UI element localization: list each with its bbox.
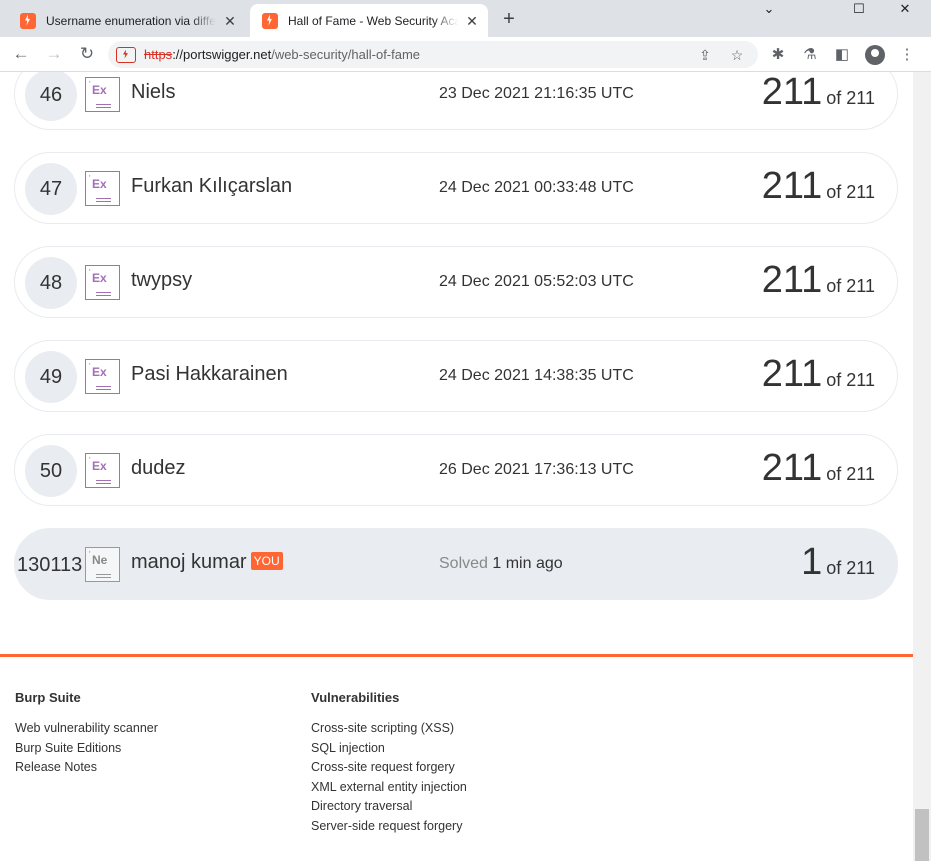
footer-link[interactable]: Cross-site request forgery (311, 758, 467, 778)
expert-badge-icon: ' Ex (85, 453, 120, 488)
tab-close-icon[interactable]: ✕ (222, 13, 238, 29)
footer-link[interactable]: SQL injection (311, 739, 467, 759)
footer-link[interactable]: XML external entity injection (311, 778, 467, 798)
rank-number: 47 (25, 163, 77, 215)
footer-heading: Burp Suite (15, 690, 81, 705)
leaderboard-row: 50 ' Ex dudez 26 Dec 2021 17:36:13 UTC 21… (14, 434, 898, 506)
browser-toolbar: ← → ↻ https://portswigger.net/web-securi… (0, 37, 931, 72)
tab-title: Username enumeration via differ (46, 13, 216, 28)
footer-link[interactable]: Cross-site scripting (XSS) (311, 719, 467, 739)
page-content: 46 ' Ex Niels 23 Dec 2021 21:16:35 UTC 21… (0, 72, 913, 861)
current-user-row: 130113 ' Ne manoj kumar YOU Solved 1 min a… (14, 528, 898, 600)
close-window-icon[interactable]: ✕ (882, 0, 928, 22)
username: Pasi Hakkarainen (131, 363, 288, 385)
footer-link[interactable]: Release Notes (15, 758, 158, 778)
lab-flask-icon[interactable]: ⚗ (801, 46, 819, 64)
forward-icon[interactable]: → (42, 42, 66, 66)
back-icon[interactable]: ← (9, 42, 33, 66)
tab-username-enumeration[interactable]: Username enumeration via differ ✕ (8, 4, 246, 37)
tab-close-icon[interactable]: ✕ (464, 13, 480, 29)
score: 211 of 211 (761, 165, 875, 207)
expert-badge-icon: ' Ex (85, 359, 120, 394)
rank-number: 49 (25, 351, 77, 403)
expert-badge-icon: ' Ex (85, 77, 120, 112)
extensions-icon[interactable]: ✱ (769, 46, 787, 64)
vertical-scrollbar[interactable] (913, 72, 931, 861)
score: 211 of 211 (761, 259, 875, 301)
rank-number: 50 (25, 445, 77, 497)
username: manoj kumar YOU (131, 551, 283, 574)
leaderboard-row: 47 ' Ex Furkan Kılıçarslan 24 Dec 2021 00… (14, 152, 898, 224)
leaderboard-row: 46 ' Ex Niels 23 Dec 2021 21:16:35 UTC 21… (14, 72, 898, 130)
insecure-warning-icon[interactable] (116, 46, 136, 63)
completion-date: 24 Dec 2021 14:38:35 UTC (439, 367, 634, 384)
score: 1 of 211 (801, 541, 875, 583)
footer-link[interactable]: Web vulnerability scanner (15, 719, 158, 739)
new-tab-button[interactable]: + (498, 8, 520, 30)
scrollbar-thumb[interactable] (915, 809, 929, 861)
footer-column-vulnerabilities: Vulnerabilities Cross-site scripting (XS… (311, 690, 467, 837)
portswigger-favicon-icon (20, 12, 36, 29)
you-badge: YOU (250, 552, 283, 570)
portswigger-favicon-icon (262, 12, 278, 29)
footer-divider (0, 654, 913, 657)
username: dudez (131, 457, 186, 479)
maximize-icon[interactable]: ☐ (836, 0, 882, 22)
score: 211 of 211 (761, 353, 875, 395)
reload-icon[interactable]: ↻ (75, 42, 99, 66)
bookmark-star-icon[interactable]: ☆ (728, 46, 746, 64)
footer-column-burp-suite: Burp Suite Web vulnerability scanner Bur… (15, 690, 158, 778)
completion-date: 26 Dec 2021 17:36:13 UTC (439, 461, 634, 478)
footer-link[interactable]: Burp Suite Editions (15, 739, 158, 759)
tab-title: Hall of Fame - Web Security Acad (288, 13, 458, 28)
novice-badge-icon: ' Ne (85, 547, 120, 582)
leaderboard-row: 49 ' Ex Pasi Hakkarainen 24 Dec 2021 14:3… (14, 340, 898, 412)
score: 211 of 211 (761, 72, 875, 113)
footer-link[interactable]: Server-side request forgery (311, 817, 467, 837)
rank-number: 48 (25, 257, 77, 309)
completion-date: 24 Dec 2021 00:33:48 UTC (439, 179, 634, 196)
expert-badge-icon: ' Ex (85, 265, 120, 300)
menu-dots-icon[interactable]: ⋮ (898, 46, 916, 64)
profile-icon[interactable] (865, 45, 885, 65)
url-scheme: https (144, 47, 173, 62)
url-path: /web-security/hall-of-fame (271, 47, 421, 62)
side-panel-icon[interactable]: ◧ (833, 46, 851, 64)
address-bar[interactable]: https://portswigger.net/web-security/hal… (108, 41, 758, 68)
username: twypsy (131, 269, 193, 291)
completion-date: 23 Dec 2021 21:16:35 UTC (439, 85, 634, 102)
minimize-icon[interactable]: ⌄ (746, 0, 792, 22)
tab-search-chevron-down-icon[interactable] (792, 0, 838, 21)
completion-date: 24 Dec 2021 05:52:03 UTC (439, 273, 634, 290)
rank-number: 46 (25, 72, 77, 121)
footer-heading: Vulnerabilities (311, 690, 400, 705)
username: Niels (131, 81, 176, 103)
solved-time: Solved 1 min ago (439, 555, 563, 572)
username: Furkan Kılıçarslan (131, 175, 293, 197)
leaderboard-row: 48 ' Ex twypsy 24 Dec 2021 05:52:03 UTC 2… (14, 246, 898, 318)
url-host: portswigger.net (183, 47, 272, 62)
footer-link[interactable]: Directory traversal (311, 797, 467, 817)
score: 211 of 211 (761, 447, 875, 489)
share-icon[interactable]: ⇪ (696, 46, 714, 64)
expert-badge-icon: ' Ex (85, 171, 120, 206)
tab-hall-of-fame[interactable]: Hall of Fame - Web Security Acad ✕ (250, 4, 488, 37)
rank-number: 130113 (17, 554, 83, 576)
tab-strip: Username enumeration via differ ✕ Hall o… (0, 0, 931, 37)
